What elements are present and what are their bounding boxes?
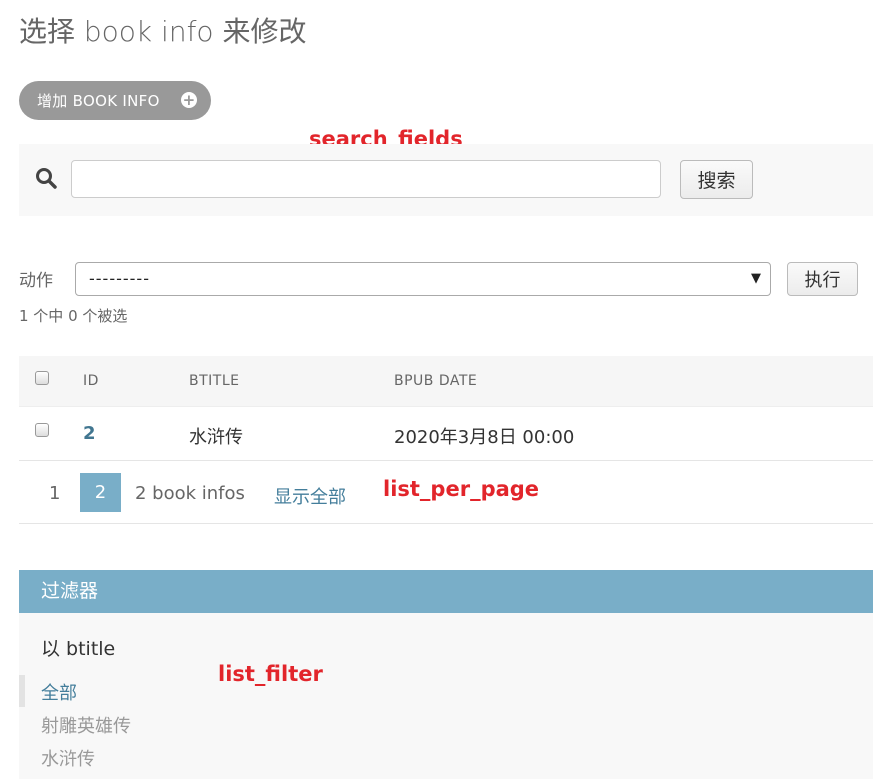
filter-panel: 过滤器 以 btitle 全部 射雕英雄传 水浒传 xyxy=(19,570,873,779)
filter-option-sheediao[interactable]: 射雕英雄传 xyxy=(41,712,131,738)
selection-counter: 1 个中 0 个被选 xyxy=(19,307,128,325)
table-row: 2 水浒传 2020年3月8日 00:00 xyxy=(19,406,873,461)
current-page-2: 2 xyxy=(80,473,121,512)
row-btitle: 水浒传 xyxy=(189,427,243,448)
show-all-link[interactable]: 显示全部 xyxy=(274,483,346,509)
annotation-list-per-page: list_per_page xyxy=(383,477,540,501)
action-label: 动作 xyxy=(19,271,53,291)
page-title: 选择 book info 来修改 xyxy=(19,15,307,48)
search-input[interactable] xyxy=(71,160,661,198)
filter-option-all[interactable]: 全部 xyxy=(41,679,77,705)
column-header-btitle[interactable]: BTITLE xyxy=(189,373,239,389)
result-count: 2 book infos xyxy=(135,483,245,504)
select-all-checkbox[interactable] xyxy=(35,371,49,385)
search-bar: 搜索 xyxy=(19,144,873,216)
change-list-page: 选择 book info 来修改 增加 BOOK INFO + search_f… xyxy=(0,0,873,779)
add-button-label: 增加 BOOK INFO xyxy=(37,92,160,110)
annotation-list-filter: list_filter xyxy=(218,662,323,686)
dropdown-arrow-icon: ▼ xyxy=(751,271,761,286)
row-bpub-date: 2020年3月8日 00:00 xyxy=(394,427,575,448)
filter-subhead: 以 btitle xyxy=(41,638,116,660)
action-select-value: --------- xyxy=(89,269,150,288)
execute-button[interactable]: 执行 xyxy=(787,262,858,296)
add-book-info-button[interactable]: 增加 BOOK INFO + xyxy=(19,81,211,120)
row-id-link[interactable]: 2 xyxy=(83,423,96,444)
row-checkbox[interactable] xyxy=(35,423,49,437)
plus-icon: + xyxy=(181,91,197,109)
table-header: ID BTITLE BPUB DATE xyxy=(19,356,873,407)
page-link-1[interactable]: 1 xyxy=(49,483,60,504)
action-select[interactable]: --------- ▼ xyxy=(75,262,771,296)
search-button[interactable]: 搜索 xyxy=(680,160,753,199)
search-icon xyxy=(36,168,57,189)
column-header-id[interactable]: ID xyxy=(83,373,99,389)
column-header-bpub-date[interactable]: BPUB DATE xyxy=(394,373,477,389)
filter-header: 过滤器 xyxy=(19,570,873,613)
filter-selected-indicator xyxy=(19,675,25,707)
filter-option-shuihu[interactable]: 水浒传 xyxy=(41,745,95,771)
